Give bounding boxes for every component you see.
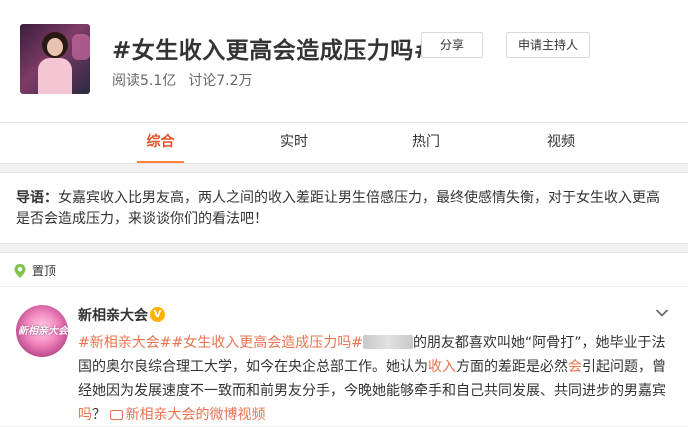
tab-comprehensive[interactable]: 综合 — [137, 123, 184, 163]
tab-realtime[interactable]: 实时 — [269, 123, 319, 163]
user-name[interactable]: 新相亲大会 — [78, 305, 148, 325]
video-link-label: 新相亲大会的微博视频 — [125, 407, 266, 423]
pinned-header: 置顶 — [0, 253, 688, 287]
keyword-highlight: 会 — [568, 359, 582, 375]
topic-stats: 阅读5.1亿 讨论7.2万 — [112, 70, 253, 90]
share-button[interactable]: 分享 — [421, 32, 483, 58]
post-text: #新相亲大会##女生收入更高会造成压力吗# 的朋友都喜欢叫她“阿骨打”，她毕业于法… — [78, 331, 678, 427]
pinned-post-card: 置顶 新相亲大会 新相亲大会 V #新相亲大会##女生收入更高会造成压力吗# 的朋… — [0, 252, 688, 426]
read-count: 阅读5.1亿 — [112, 73, 177, 89]
pinned-label: 置顶 — [32, 264, 57, 278]
keyword-highlight: 收入 — [428, 359, 456, 375]
video-link[interactable]: 新相亲大会的微博视频 — [110, 407, 265, 423]
topic-title: #女生收入更高会造成压力吗# — [112, 38, 434, 64]
chevron-down-icon[interactable] — [655, 308, 669, 318]
hashtag-link[interactable]: #新相亲大会# — [78, 335, 171, 351]
topic-guide: 导语：女嘉宾收入比男友高，两人之间的收入差距让男生倍感压力，最终使感情失衡，对于… — [0, 172, 688, 244]
video-icon — [110, 410, 124, 420]
tab-video[interactable]: 视频 — [534, 123, 588, 163]
verified-badge-icon: V — [150, 307, 165, 322]
discussion-count: 讨论7.2万 — [188, 73, 253, 89]
keyword-highlight: 吗 — [78, 407, 92, 423]
tab-hot[interactable]: 热门 — [401, 123, 451, 163]
avatar[interactable]: 新相亲大会 — [16, 305, 68, 357]
hashtag-link[interactable]: #女生收入更高会造成压力吗# — [171, 335, 362, 351]
pin-icon — [14, 264, 26, 278]
topic-header: #女生收入更高会造成压力吗# 分享 申请主持人 阅读5.1亿 讨论7.2万 — [0, 0, 688, 122]
post-text-segment: 方面的差距是必然 — [456, 359, 568, 375]
avatar-logo-text: 新相亲大会 — [18, 326, 68, 337]
guide-text: 女嘉宾收入比男友高，两人之间的收入差距让男生倍感压力，最终使感情失衡，对于女生收… — [16, 190, 660, 227]
post-text-segment: ？ — [92, 407, 106, 423]
guide-prefix: 导语： — [16, 190, 58, 206]
apply-host-button[interactable]: 申请主持人 — [506, 32, 590, 58]
feed-tabs: 综合 实时 热门 视频 — [0, 122, 688, 164]
redacted-name — [362, 335, 413, 349]
topic-cover-image[interactable] — [20, 24, 90, 94]
